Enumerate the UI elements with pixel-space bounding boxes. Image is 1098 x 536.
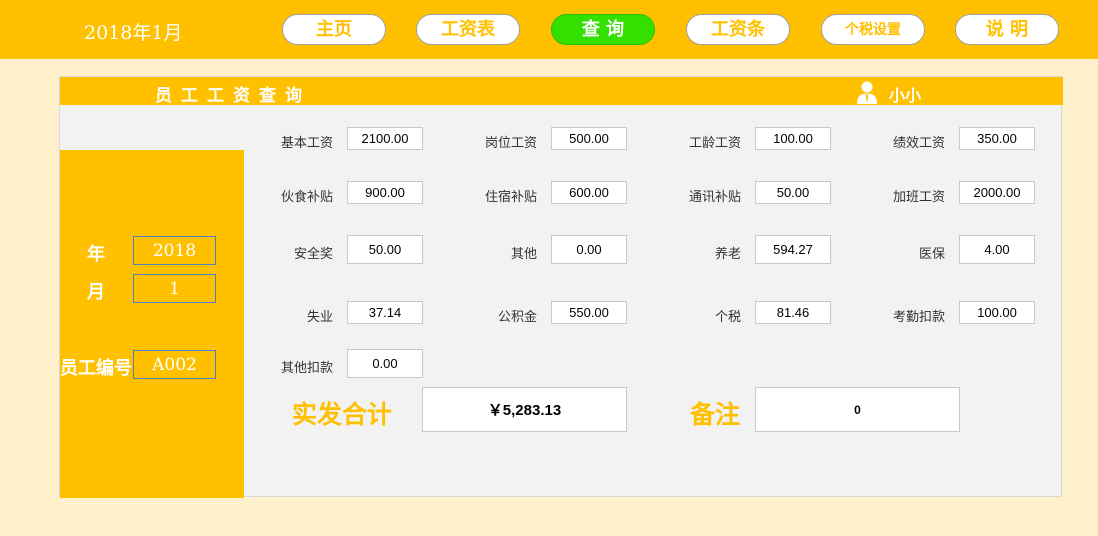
field-value: 100.00	[959, 301, 1035, 324]
field-label: 岗位工资	[484, 136, 537, 151]
field-value: 2000.00	[959, 181, 1035, 204]
employee-id-field[interactable]: A002	[133, 350, 216, 379]
panel-title: 员工工资查询	[155, 86, 311, 106]
field-value: 100.00	[755, 127, 831, 150]
month-label: 月	[87, 282, 105, 303]
field-value: 0.00	[347, 349, 423, 378]
field-label: 失业	[306, 310, 333, 325]
field-value: 37.14	[347, 301, 423, 324]
nav-salary-table-button[interactable]: 工资表	[416, 14, 520, 45]
field-label: 养老	[714, 247, 741, 262]
field-value: 500.00	[551, 127, 627, 150]
field-label: 加班工资	[892, 190, 945, 205]
user-name: 小小	[889, 86, 922, 105]
field-label: 通讯补贴	[688, 190, 741, 205]
nav-help-button[interactable]: 说 明	[955, 14, 1059, 45]
field-label: 医保	[918, 247, 945, 262]
field-label: 个税	[714, 310, 741, 325]
field-label: 考勤扣款	[892, 310, 945, 325]
field-label: 其他	[510, 247, 537, 262]
field-label: 伙食补贴	[280, 190, 333, 205]
person-icon	[857, 81, 877, 104]
nav-home-button[interactable]: 主页	[282, 14, 386, 45]
field-label: 工龄工资	[688, 136, 741, 151]
year-field[interactable]: 2018	[133, 236, 216, 265]
field-value: 81.46	[755, 301, 831, 324]
field-label: 绩效工资	[892, 136, 945, 151]
net-pay-value: ￥5,283.13	[422, 387, 627, 432]
field-value: 2100.00	[347, 127, 423, 150]
field-value: 4.00	[959, 235, 1035, 264]
top-bar: 2018年1月 主页 工资表 查 询 工资条 个税设置 说 明	[0, 0, 1098, 59]
field-value: 600.00	[551, 181, 627, 204]
field-value: 900.00	[347, 181, 423, 204]
month-field[interactable]: 1	[133, 274, 216, 303]
remark-label: 备注	[690, 400, 741, 429]
field-value: 594.27	[755, 235, 831, 264]
salary-query-panel: 员工工资查询 小小 年 2018 月 1 员工编号 A002 基本工资 2100…	[59, 76, 1063, 498]
nav-payslip-button[interactable]: 工资条	[686, 14, 790, 45]
field-label: 基本工资	[280, 136, 333, 151]
panel-header: 员工工资查询 小小	[60, 77, 1063, 106]
period-title: 2018年1月	[84, 22, 183, 44]
field-value: 0.00	[551, 235, 627, 264]
field-value: 50.00	[755, 181, 831, 204]
field-value: 50.00	[347, 235, 423, 264]
nav-query-button[interactable]: 查 询	[551, 14, 655, 45]
field-value: 550.00	[551, 301, 627, 324]
remark-value: 0	[755, 387, 960, 432]
employee-id-label: 员工编号	[60, 358, 132, 379]
field-value: 350.00	[959, 127, 1035, 150]
nav-tax-settings-button[interactable]: 个税设置	[821, 14, 925, 45]
field-label: 其他扣款	[280, 361, 333, 376]
field-label: 住宿补贴	[484, 190, 537, 205]
year-label: 年	[87, 244, 105, 265]
query-sidebar: 年 2018 月 1 员工编号 A002	[60, 150, 244, 498]
field-label: 公积金	[497, 310, 537, 325]
field-label: 安全奖	[293, 247, 333, 262]
net-pay-label: 实发合计	[292, 400, 393, 429]
